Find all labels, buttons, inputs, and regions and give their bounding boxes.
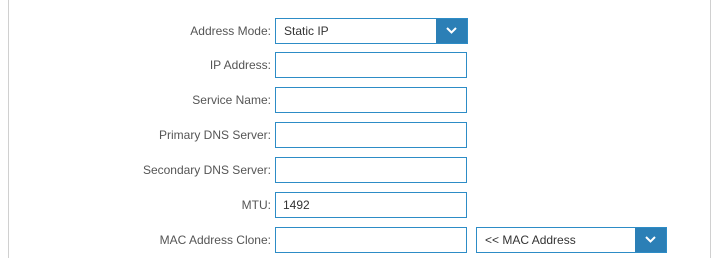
service-name-label: Service Name:: [192, 93, 271, 107]
mac-address-select[interactable]: << MAC Address: [476, 227, 667, 253]
mtu-label: MTU:: [241, 198, 271, 212]
dropdown-arrow-button[interactable]: [436, 19, 467, 43]
secondary-dns-row: Secondary DNS Server:: [9, 157, 712, 183]
ip-address-row: IP Address:: [9, 52, 712, 78]
address-mode-label: Address Mode:: [190, 24, 271, 38]
service-name-input[interactable]: [275, 87, 467, 113]
primary-dns-input[interactable]: [275, 122, 467, 148]
chevron-down-icon: [446, 27, 457, 34]
dropdown-arrow-button[interactable]: [635, 228, 666, 252]
address-mode-value: Static IP: [284, 24, 329, 38]
mtu-input[interactable]: [275, 192, 467, 218]
mac-address-select-value: << MAC Address: [485, 233, 576, 247]
mtu-row: MTU:: [9, 192, 712, 218]
primary-dns-row: Primary DNS Server:: [9, 122, 712, 148]
service-name-row: Service Name:: [9, 87, 712, 113]
ip-address-input[interactable]: [275, 52, 467, 78]
wan-settings-form: Address Mode: Static IP IP Address: Serv…: [8, 0, 711, 258]
ip-address-label: IP Address:: [209, 58, 271, 72]
chevron-down-icon: [645, 236, 656, 243]
address-mode-row: Address Mode: Static IP: [9, 18, 712, 44]
primary-dns-label: Primary DNS Server:: [158, 128, 271, 142]
secondary-dns-label: Secondary DNS Server:: [142, 163, 271, 177]
mac-address-clone-label: MAC Address Clone:: [159, 233, 271, 247]
mac-address-clone-row: MAC Address Clone: << MAC Address: [9, 227, 712, 253]
secondary-dns-input[interactable]: [275, 157, 467, 183]
mac-address-clone-input[interactable]: [275, 227, 467, 253]
address-mode-select[interactable]: Static IP: [275, 18, 468, 44]
